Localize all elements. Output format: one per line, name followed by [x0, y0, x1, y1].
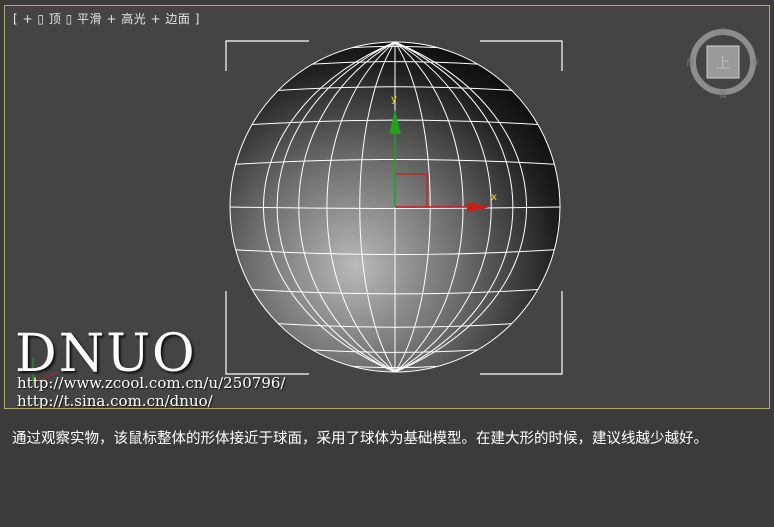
- viewport-label-menu[interactable]: [ + ▯ 顶 ▯ 平滑 + 高光 + 边面 ]: [13, 10, 200, 27]
- watermark-url-zcool: http://www.zcool.com.cn/u/250796/: [17, 374, 286, 392]
- viewcube-west-label: 西: [687, 58, 694, 67]
- viewcube-south-label: 南: [719, 89, 727, 98]
- caption-text: 通过观察实物，该鼠标整体的形体接近于球面，采用了球体为基础模型。在建大形的时候，…: [12, 431, 708, 447]
- x-axis-label: x: [491, 192, 497, 203]
- viewcube[interactable]: 上 北 东 南 西: [687, 26, 759, 98]
- viewcube-north-label: 北: [719, 27, 727, 36]
- viewcube-east-label: 东: [752, 57, 759, 67]
- y-axis-label: y: [391, 94, 397, 105]
- watermark-url-sina: http://t.sina.com.cn/dnuo/: [17, 392, 213, 409]
- viewcube-face-label: 上: [716, 56, 730, 72]
- viewport-top[interactable]: y x [ + ▯ 顶 ▯ 平滑 + 高光 + 边面 ] 上 北 东 南 西 D…: [4, 5, 770, 409]
